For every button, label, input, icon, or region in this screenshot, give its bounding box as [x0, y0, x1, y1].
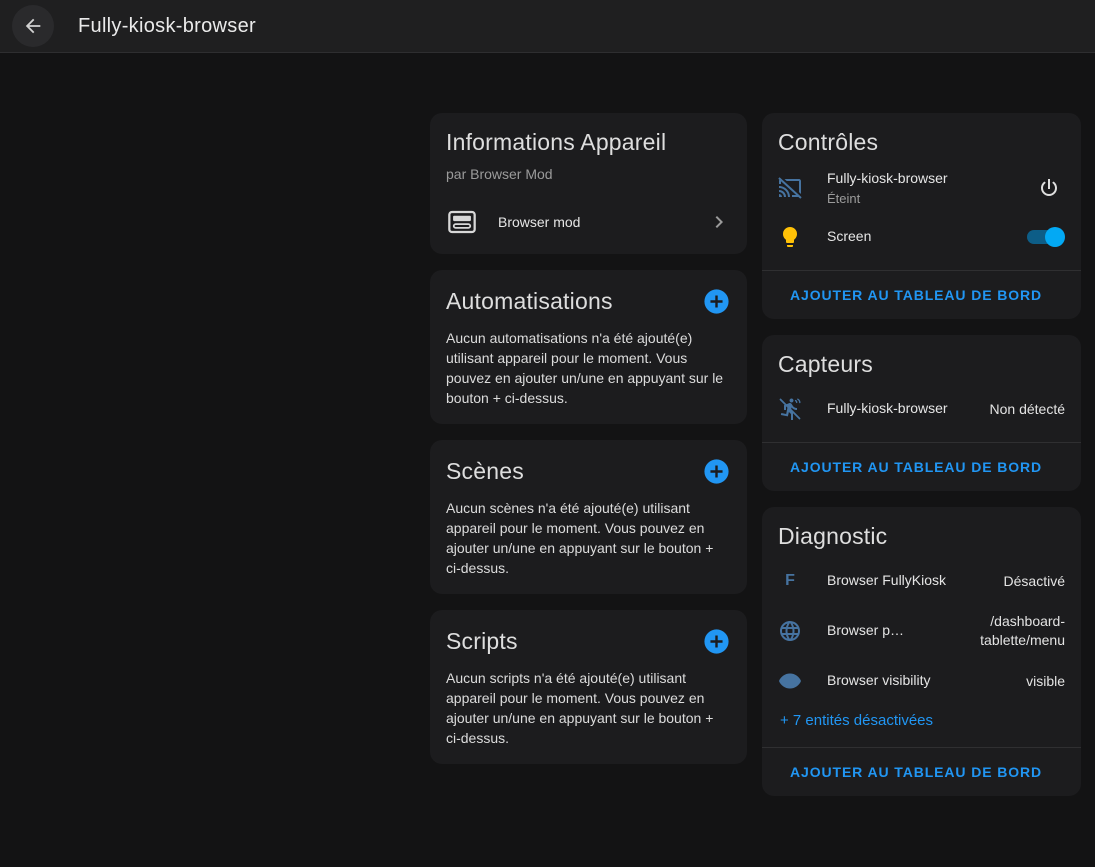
scenes-title: Scènes — [446, 458, 524, 485]
globe-icon — [778, 619, 802, 643]
back-button[interactable] — [12, 5, 54, 47]
entity-row-browser-visibility[interactable]: Browser visibility visible — [778, 664, 1065, 698]
controls-card: Contrôles Fully-kiosk-browser Éteint — [762, 113, 1081, 319]
entities-column: Contrôles Fully-kiosk-browser Éteint — [762, 113, 1081, 796]
screen-toggle[interactable] — [1027, 227, 1065, 247]
entity-row-browser-fullykiosk[interactable]: F Browser FullyKiosk Désactivé — [778, 564, 1065, 598]
eye-icon — [778, 669, 802, 693]
cast-off-icon — [778, 176, 802, 200]
controls-title: Contrôles — [778, 129, 1065, 156]
plus-circle-icon — [702, 627, 731, 656]
automations-empty-text: Aucun automatisations n'a été ajouté(e) … — [446, 328, 731, 408]
scripts-card: Scripts Aucun scripts n'a été ajouté(e) … — [430, 610, 747, 764]
device-info-card: Informations Appareil par Browser Mod Br… — [430, 113, 747, 254]
sensors-title: Capteurs — [778, 351, 1065, 378]
entity-row-motion-sensor[interactable]: Fully-kiosk-browser Non détecté — [778, 392, 1065, 426]
entity-name: Screen — [827, 228, 871, 244]
entity-state: Désactivé — [1004, 572, 1065, 591]
add-to-dashboard-button[interactable]: AJOUTER AU TABLEAU DE BORD — [762, 271, 1081, 319]
entity-name: Fully-kiosk-browser — [827, 170, 948, 186]
entity-state: visible — [1026, 672, 1065, 691]
entity-state: Non détecté — [990, 400, 1066, 419]
lightbulb-icon — [778, 225, 802, 249]
device-manufacturer: par Browser Mod — [446, 166, 731, 182]
device-info-title: Informations Appareil — [446, 129, 731, 156]
device-info-column: Informations Appareil par Browser Mod Br… — [430, 113, 747, 764]
sensors-card: Capteurs Fully-kiosk-browser Non — [762, 335, 1081, 491]
automations-title: Automatisations — [446, 288, 613, 315]
add-script-button[interactable] — [701, 626, 731, 656]
entity-row-browser-path[interactable]: Browser p… /dashboard-tablette/menu — [778, 612, 1065, 650]
letter-f-icon: F — [778, 569, 802, 593]
power-button[interactable] — [1033, 172, 1065, 204]
browser-mod-icon — [446, 206, 478, 238]
scenes-empty-text: Aucun scènes n'a été ajouté(e) utilisant… — [446, 498, 731, 578]
entity-secondary-state: Éteint — [827, 191, 1033, 206]
integration-link-browser-mod[interactable]: Browser mod — [446, 206, 731, 238]
entity-row-fully-kiosk-browser[interactable]: Fully-kiosk-browser Éteint — [778, 170, 1065, 206]
entity-row-screen[interactable]: Screen — [778, 220, 1065, 254]
page-title: Fully-kiosk-browser — [78, 15, 256, 38]
diagnostic-card: Diagnostic F Browser FullyKiosk Désactiv… — [762, 507, 1081, 796]
entity-name: Browser FullyKiosk — [827, 572, 946, 588]
scenes-card: Scènes Aucun scènes n'a été ajouté(e) ut… — [430, 440, 747, 594]
entity-name: Browser visibility — [827, 672, 930, 688]
entity-name: Browser p… — [827, 622, 904, 638]
plus-circle-icon — [702, 287, 731, 316]
power-icon — [1037, 176, 1061, 200]
chevron-right-icon — [707, 210, 731, 234]
entity-state: /dashboard-tablette/menu — [945, 612, 1065, 650]
scripts-title: Scripts — [446, 628, 518, 655]
add-to-dashboard-button[interactable]: AJOUTER AU TABLEAU DE BORD — [762, 443, 1081, 491]
top-app-bar: Fully-kiosk-browser — [0, 0, 1095, 53]
diagnostic-title: Diagnostic — [778, 523, 1065, 550]
scripts-empty-text: Aucun scripts n'a été ajouté(e) utilisan… — [446, 668, 731, 748]
disabled-entities-link[interactable]: + 7 entités désactivées — [780, 712, 933, 729]
entity-name: Fully-kiosk-browser — [827, 400, 948, 416]
motion-sensor-off-icon — [778, 397, 802, 421]
plus-circle-icon — [702, 457, 731, 486]
add-scene-button[interactable] — [701, 456, 731, 486]
back-arrow-icon — [22, 15, 44, 37]
integration-label: Browser mod — [498, 214, 707, 230]
automations-card: Automatisations Aucun automatisations n'… — [430, 270, 747, 424]
add-to-dashboard-button[interactable]: AJOUTER AU TABLEAU DE BORD — [762, 748, 1081, 796]
add-automation-button[interactable] — [701, 286, 731, 316]
